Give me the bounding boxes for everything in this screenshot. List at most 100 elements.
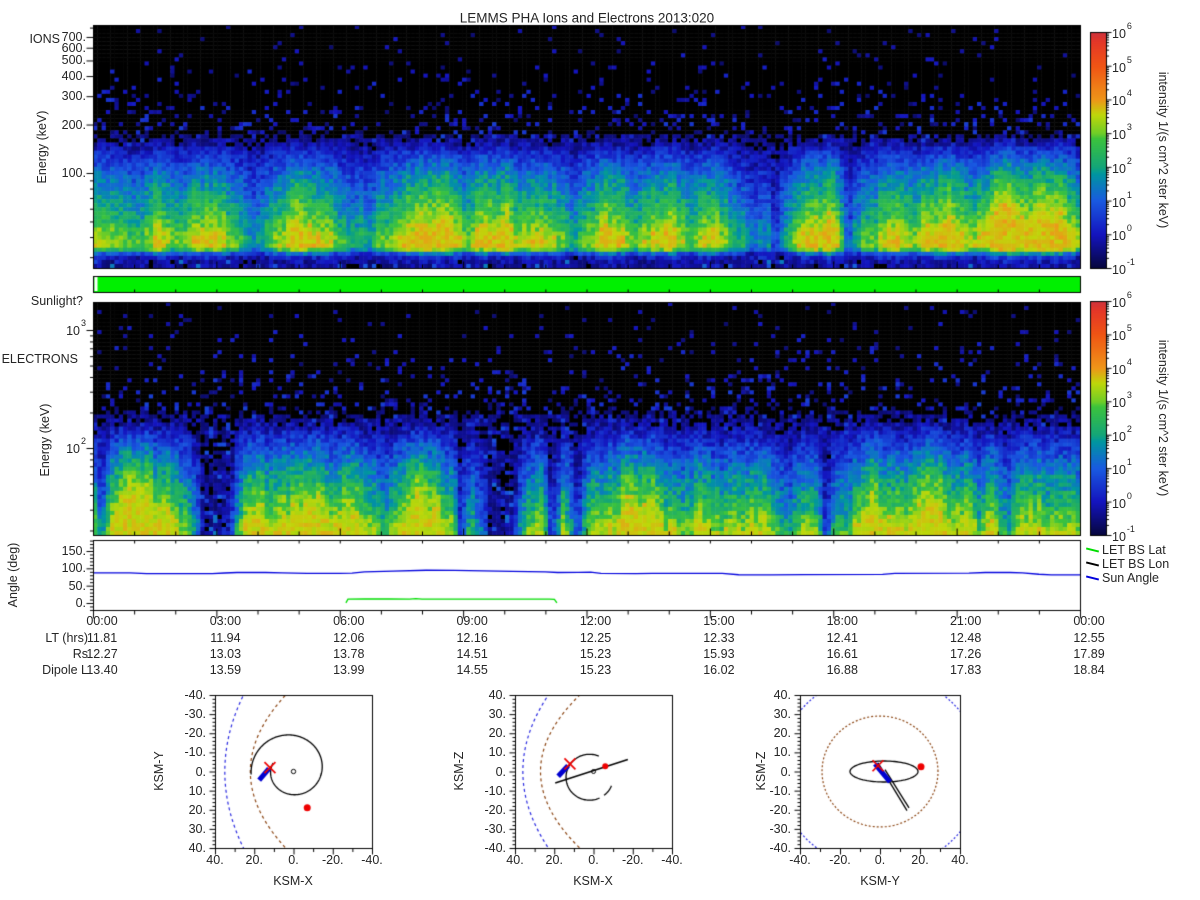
electron-colorbar-tick-label: 101 (1112, 457, 1132, 478)
sunlight-label: Sunlight? (30, 294, 83, 308)
angle-ytick-label: 150. (61, 544, 86, 558)
ion-colorbar-tick-label: 101 (1112, 189, 1132, 210)
table-value: 12.27 (86, 647, 118, 661)
table-value: 12.41 (826, 631, 858, 645)
orbit1-y-axis-label: KSM-Y (152, 751, 166, 791)
orbit-xtick-label: 0. (588, 853, 599, 867)
time-tick-label: 09:00 (456, 614, 488, 628)
table-value: 13.03 (209, 647, 242, 661)
ion-y-axis-label: Energy (keV) (35, 110, 49, 184)
orbit-xtick-label: 40. (206, 853, 224, 867)
orbit-ytick-label: 10. (773, 745, 791, 760)
angle-ytick-label: 50. (68, 578, 86, 593)
orbit-xtick-label: -20. (829, 853, 851, 867)
electron-colorbar-tick-label: 100 (1112, 490, 1132, 511)
time-tick-label: 00:00 (1073, 614, 1105, 628)
orbit-ytick-label: -40. (769, 841, 791, 855)
orbit-ytick-label: -10. (184, 745, 206, 760)
orbit-xtick-label: 20. (911, 853, 929, 867)
orbit-ytick-label: 20. (773, 726, 791, 741)
table-value: 17.89 (1073, 647, 1105, 661)
legend-label-let-bs-lat: LET BS Lat (1102, 543, 1166, 557)
orbit-ytick-label: -30. (184, 707, 206, 722)
electron-colorbar-tick-label: 102 (1112, 423, 1132, 444)
ion-colorbar-tick-label: 102 (1112, 155, 1132, 176)
ion-colorbar-tick-label: 100 (1112, 223, 1132, 244)
ion-colorbar-tick-label: 105 (1112, 54, 1132, 75)
ion-colorbar-tick-label: 103 (1112, 122, 1132, 143)
orbit-xtick-label: -40. (789, 853, 811, 867)
ion-colorbar-label: intensity 1/(s cm^2 ster keV) (1156, 71, 1170, 229)
orbit-xtick-label: 0. (874, 853, 886, 867)
angle-y-axis-label: Angle (deg) (6, 542, 20, 608)
orbit-ytick-label: 30. (188, 821, 206, 836)
ion-ytick-label: 300. (61, 89, 86, 104)
table-value: 13.59 (209, 663, 242, 677)
orbit-xtick-label: -20. (321, 853, 344, 867)
table-value: 13.78 (333, 647, 365, 661)
ion-ytick-label: 500. (61, 53, 86, 68)
orbit-ytick-label: -30. (484, 821, 506, 836)
orbit-xtick-label: 20. (545, 853, 563, 867)
orbit-ytick-label: 20. (488, 726, 506, 741)
orbit-ytick-label: -10. (484, 783, 506, 798)
table-value: 13.40 (86, 663, 118, 677)
orbit-ytick-label: 30. (773, 707, 791, 722)
table-value: 15.93 (703, 647, 735, 661)
ions-panel-label: IONS (29, 32, 60, 46)
orbit-ytick-label: -20. (184, 726, 206, 741)
electron-ytick-label: 103 (66, 318, 86, 339)
orbit-ytick-label: 10. (188, 783, 206, 798)
orbit-xtick-label: -40. (661, 853, 683, 867)
orbit-ytick-label: 0. (495, 764, 506, 779)
time-tick-label: 12:00 (579, 614, 612, 628)
orbit-xtick-label: -40. (361, 853, 383, 867)
orbit-ytick-label: -10. (769, 783, 791, 798)
time-tick-label: 06:00 (333, 614, 365, 628)
orbit-ytick-label: -30. (769, 821, 791, 836)
orbit-ytick-label: 20. (188, 802, 206, 817)
electron-ytick-label: 102 (66, 436, 86, 457)
electron-colorbar-tick-label: 105 (1112, 323, 1132, 344)
table-value: 13.99 (333, 663, 365, 677)
electron-y-axis-label: Energy (keV) (38, 403, 52, 477)
orbit-ytick-label: 40. (188, 841, 206, 855)
orbit-xtick-label: 40. (951, 853, 969, 867)
orbit3-x-axis-label: KSM-Y (860, 874, 900, 888)
ion-colorbar-tick-label: 104 (1112, 88, 1132, 109)
time-tick-label: 00:00 (86, 614, 118, 628)
table-value: 14.55 (456, 663, 488, 677)
ion-colorbar-tick-label: 106 (1112, 21, 1132, 42)
electrons-panel-label: ELECTRONS (1, 352, 78, 366)
table-value: 18.84 (1073, 663, 1105, 677)
table-value: 16.61 (826, 647, 858, 661)
angle-ytick-label: 0. (75, 596, 86, 610)
orbit-ytick-label: 40. (773, 688, 791, 702)
table-value: 15.23 (579, 647, 612, 661)
legend-label-let-bs-lon: LET BS Lon (1102, 557, 1170, 571)
time-tick-label: 21:00 (949, 614, 982, 628)
orbit-ytick-label: 0. (195, 764, 206, 779)
table-value: 16.02 (703, 663, 735, 677)
orbit-ytick-label: -20. (484, 802, 506, 817)
time-tick-label: 03:00 (209, 614, 242, 628)
page-title: LEMMS PHA Ions and Electrons 2013:020 (459, 10, 715, 26)
table-value: 12.16 (456, 631, 488, 645)
table-value: 12.06 (333, 631, 365, 645)
plot-canvas (0, 0, 1200, 900)
electron-colorbar-tick-label: 106 (1112, 290, 1132, 311)
table-value: 15.23 (579, 663, 612, 677)
table-value: 12.33 (703, 631, 735, 645)
table-value: 12.55 (1073, 631, 1105, 645)
orbit-xtick-label: -20. (621, 853, 644, 867)
lemms-quicklook-page: LEMMS PHA Ions and Electrons 2013:020 IO… (0, 0, 1200, 900)
ion-ytick-label: 100. (61, 166, 86, 180)
time-tick-label: 18:00 (826, 614, 858, 628)
orbit2-x-axis-label: KSM-X (573, 874, 613, 888)
table-value: 12.48 (949, 631, 982, 645)
orbit-ytick-label: -40. (184, 688, 206, 702)
table-value: 11.81 (86, 631, 118, 645)
electron-colorbar-tick-label: 10-1 (1112, 524, 1135, 545)
table-value: 14.51 (456, 647, 488, 661)
table-value: 12.25 (579, 631, 612, 645)
